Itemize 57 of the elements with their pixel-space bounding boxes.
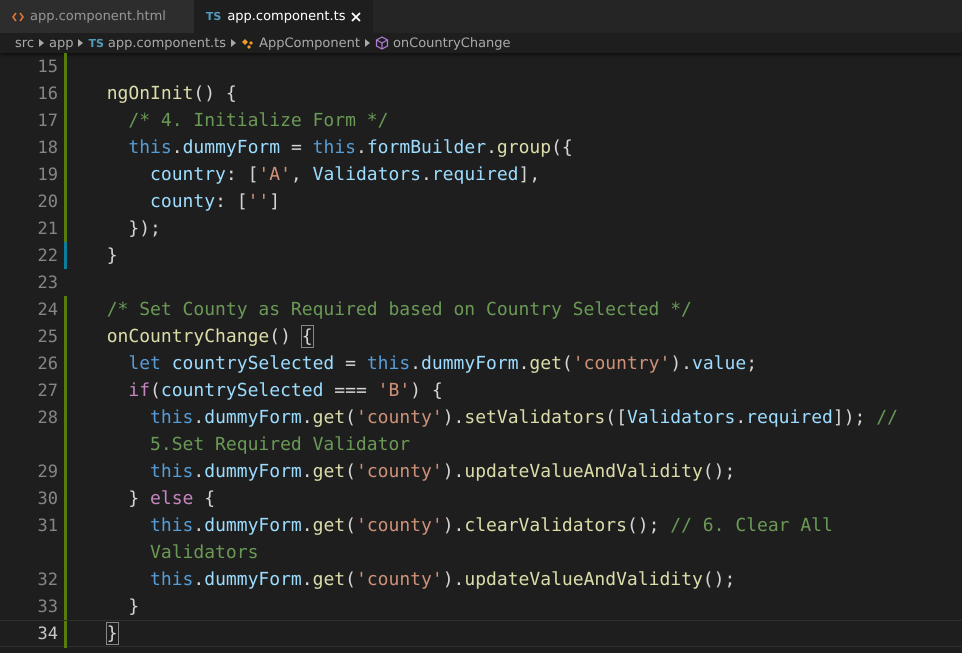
line-number: 16 — [36, 84, 59, 104]
line-number: 15 — [36, 56, 59, 76]
line-number: 29 — [36, 462, 59, 482]
code-line: } — [127, 596, 140, 617]
close-icon[interactable] — [351, 12, 362, 22]
chevron-icon — [38, 39, 44, 47]
code-line: Validators — [149, 542, 258, 563]
code-line: if(countrySelected === 'B') { — [127, 380, 443, 401]
breadcrumb-item[interactable]: onCountryChange — [392, 36, 511, 50]
ts-file-icon: TS — [206, 10, 222, 23]
line-number: 26 — [36, 354, 59, 374]
line-number: 19 — [36, 164, 59, 184]
editor-tab[interactable]: TS app.component.ts — [194, 0, 374, 33]
chevron-icon — [78, 39, 84, 47]
line-number: 33 — [36, 596, 59, 616]
ts-file-icon: TS — [88, 36, 104, 50]
breadcrumb-item[interactable]: AppComponent — [259, 36, 360, 50]
chevron-icon — [364, 39, 370, 47]
code-line: ngOnInit() { — [106, 83, 237, 104]
code-line: /* 4. Initialize Form */ — [127, 110, 388, 131]
line-number: 20 — [36, 192, 59, 212]
line-number: 25 — [36, 326, 59, 346]
line-number: 27 — [36, 380, 59, 400]
code-line: country: ['A', Validators.required], — [149, 164, 540, 185]
code-brackets-icon — [12, 12, 24, 22]
breadcrumb-item[interactable]: src — [15, 36, 34, 50]
line-number: 17 — [36, 110, 59, 130]
chevron-icon — [231, 39, 236, 47]
code-line: this.dummyForm.get('county').clearValidators(); // 6. Clear All — [149, 515, 833, 536]
code-line: county: [''] — [149, 191, 280, 212]
code-line: } else { — [127, 488, 216, 509]
line-number: 18 — [36, 138, 59, 158]
line-number: 24 — [36, 300, 59, 320]
code-line: let countrySelected = this.dummyForm.get('country').value; — [127, 353, 758, 374]
code-line: this.dummyForm = this.formBuilder.group({ — [127, 137, 573, 158]
code-line: this.dummyForm.get('county').setValidators([Validators.required]); // — [149, 407, 898, 428]
breadcrumb-item[interactable]: app.component.ts — [108, 36, 226, 50]
line-number: 34 — [36, 624, 59, 644]
line-number: 21 — [36, 218, 59, 238]
line-number: 22 — [36, 246, 59, 266]
line-number: 32 — [36, 570, 59, 590]
code-line: onCountryChange() { — [106, 326, 313, 347]
editor-tab[interactable]: app.component.html — [0, 0, 194, 33]
code-line: } — [106, 623, 118, 644]
code-line: this.dummyForm.get('county').updateValueAndValidity(); — [149, 569, 736, 590]
breadcrumb-item[interactable]: app — [48, 36, 74, 50]
cube-icon — [374, 36, 389, 50]
class-icon — [241, 37, 256, 49]
code-line: }); — [127, 218, 161, 239]
line-number: 23 — [36, 272, 59, 292]
code-line: this.dummyForm.get('county').updateValueAndValidity(); — [149, 461, 736, 482]
code-line: } — [106, 245, 118, 266]
line-number: 31 — [36, 516, 59, 536]
line-number: 28 — [36, 408, 59, 428]
code-line: /* Set County as Required based on Country Selected */ — [106, 299, 692, 320]
code-line: 5.Set Required Validator — [149, 434, 410, 455]
line-number: 30 — [36, 488, 59, 508]
